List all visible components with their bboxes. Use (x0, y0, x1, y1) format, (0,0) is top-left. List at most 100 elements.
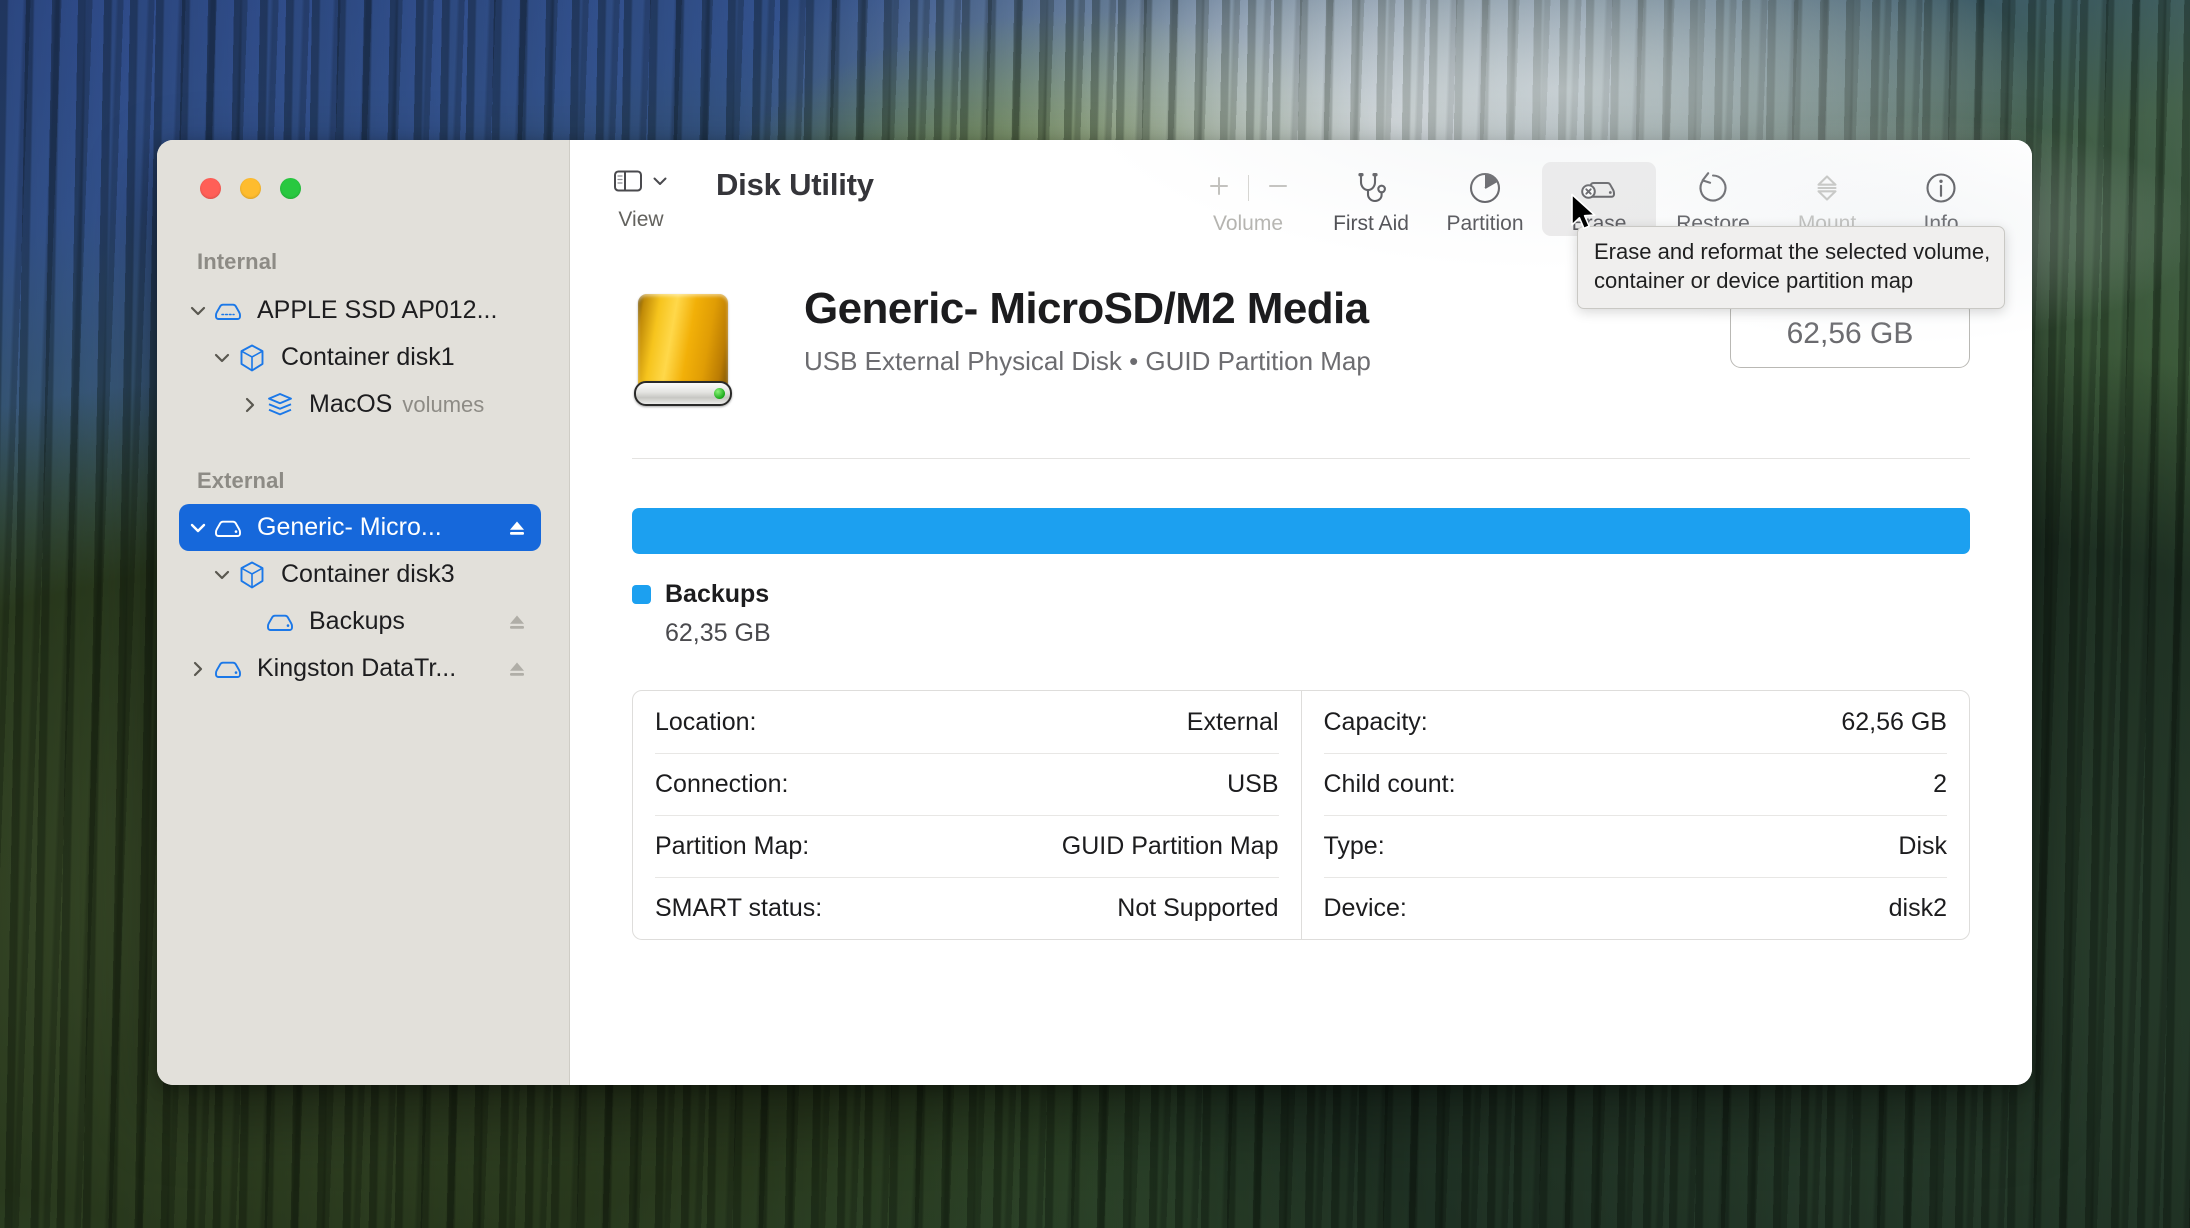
view-button[interactable]: View (598, 162, 684, 232)
disk-detail-content: Generic- MicroSD/M2 Media USB External P… (570, 248, 2032, 1085)
info-key: Connection: (655, 770, 789, 798)
chevron-down-icon[interactable] (185, 518, 211, 538)
info-value: Disk (1898, 832, 1947, 860)
sidebar-item-label: Backups (309, 607, 405, 635)
chevron-right-icon[interactable] (237, 395, 263, 415)
first-aid-label: First Aid (1333, 212, 1409, 235)
disk-usage-bar[interactable] (632, 508, 1970, 554)
sidebar-item-container-disk1[interactable]: Container disk1 (179, 334, 541, 381)
info-value: 2 (1933, 770, 1947, 798)
info-key: Partition Map: (655, 832, 810, 860)
desktop-wallpaper: Internal APPLE SSD AP012... Container di… (0, 0, 2190, 1228)
sidebar-item-sublabel: volumes (402, 391, 485, 417)
info-column-right: Capacity: 62,56 GB Child count: 2 Type: … (1300, 691, 1970, 939)
sidebar-item-label: Generic- Micro... (257, 513, 442, 541)
chevron-down-icon[interactable] (209, 565, 235, 585)
legend-volume-name: Backups (665, 580, 770, 608)
sidebar-item-generic-microsd[interactable]: Generic- Micro... (179, 504, 541, 551)
toolbar-separator (1247, 175, 1249, 201)
toolbar-actions: Volume First Aid Partition Erase Restore… (1182, 162, 1998, 236)
divider (632, 458, 1970, 459)
info-value: Not Supported (1117, 894, 1279, 922)
hard-disk-icon (211, 515, 245, 541)
remove-volume-icon[interactable] (1263, 171, 1293, 206)
sidebar-item-label: Container disk3 (281, 560, 455, 588)
first-aid-button[interactable]: First Aid (1314, 162, 1428, 236)
pie-chart-icon (1466, 166, 1504, 210)
chevron-right-icon[interactable] (185, 659, 211, 679)
info-value: External (1186, 707, 1279, 736)
sidebar-toggle-icon[interactable] (613, 168, 643, 199)
info-circle-icon (1922, 166, 1960, 210)
volume-group: Volume (1182, 162, 1314, 236)
info-row: Child count: 2 (1323, 753, 1947, 815)
mount-button[interactable]: Mount (1770, 162, 1884, 236)
info-key: Device: (1323, 894, 1407, 922)
main-pane: View Disk Utility Volume First Aid Parti… (570, 140, 2032, 1085)
info-column-left: Location: External Connection: USB Parti… (633, 691, 1301, 939)
info-row: Connection: USB (655, 753, 1279, 815)
sidebar-item-label: APPLE SSD AP012... (257, 296, 498, 324)
add-volume-icon[interactable] (1204, 171, 1234, 206)
sidebar: Internal APPLE SSD AP012... Container di… (157, 140, 570, 1085)
usage-legend: Backups 62,35 GB (632, 580, 1970, 648)
close-button[interactable] (200, 178, 221, 199)
sidebar-item-kingston-datatraveler[interactable]: Kingston DataTr... (179, 645, 541, 692)
sidebar-item-backups[interactable]: Backups (179, 598, 541, 645)
info-row: Location: External (655, 691, 1279, 753)
chevron-down-icon[interactable] (185, 301, 211, 321)
sidebar-section-internal-header: Internal (197, 249, 278, 274)
disk-utility-window: Internal APPLE SSD AP012... Container di… (157, 140, 2032, 1085)
restore-arrow-icon (1694, 166, 1732, 210)
hard-disk-icon (211, 298, 245, 324)
container-cube-icon (235, 343, 269, 373)
toolbar: View Disk Utility Volume First Aid Parti… (570, 140, 2032, 309)
sidebar-item-apple-ssd[interactable]: APPLE SSD AP012... (179, 287, 541, 334)
chevron-down-icon[interactable] (209, 348, 235, 368)
legend-volume-size: 62,35 GB (665, 619, 771, 647)
hard-disk-icon (263, 609, 297, 635)
eject-icon[interactable] (505, 516, 529, 540)
chevron-down-icon[interactable] (651, 172, 669, 195)
minimize-button[interactable] (240, 178, 261, 199)
external-drive-icon (632, 290, 734, 408)
info-key: Child count: (1323, 770, 1456, 798)
sidebar-item-label: MacOS (309, 390, 393, 418)
restore-button[interactable]: Restore (1656, 162, 1770, 236)
partition-button[interactable]: Partition (1428, 162, 1542, 236)
zoom-button[interactable] (280, 178, 301, 199)
eject-icon[interactable] (505, 657, 529, 681)
info-row: SMART status: Not Supported (655, 877, 1279, 939)
volume-label: Volume (1212, 212, 1284, 235)
partition-label: Partition (1446, 212, 1524, 235)
info-key: Location: (655, 707, 757, 736)
sidebar-item-label: Container disk1 (281, 343, 455, 371)
info-row: Partition Map: GUID Partition Map (655, 815, 1279, 877)
hard-disk-icon (211, 656, 245, 682)
info-value: 62,56 GB (1841, 707, 1947, 736)
sidebar-item-macos-volumes[interactable]: MacOS volumes (179, 381, 541, 428)
info-row: Capacity: 62,56 GB (1324, 691, 1948, 753)
capacity-badge: 62,56 GB (1730, 300, 1970, 368)
disk-subtitle: USB External Physical Disk • GUID Partit… (804, 346, 1371, 377)
info-value: USB (1227, 770, 1279, 798)
stethoscope-icon (1352, 166, 1390, 210)
erase-tooltip: Erase and reformat the selected volume, … (1577, 226, 2006, 309)
volume-stack-icon (263, 391, 297, 419)
info-row: Type: Disk (1323, 815, 1947, 877)
info-key: SMART status: (655, 894, 823, 922)
container-cube-icon (235, 560, 269, 590)
info-button[interactable]: Info (1884, 162, 1998, 236)
disk-title: Generic- MicroSD/M2 Media (804, 284, 1369, 333)
info-key: Capacity: (1323, 707, 1428, 736)
info-key: Type: (1323, 832, 1385, 860)
erase-button[interactable]: Erase (1542, 162, 1656, 236)
info-value: disk2 (1888, 894, 1947, 922)
sidebar-item-container-disk3[interactable]: Container disk3 (179, 551, 541, 598)
page-title: Disk Utility (716, 167, 874, 202)
eject-icon[interactable] (505, 610, 529, 634)
window-controls (157, 140, 569, 199)
legend-color-swatch (632, 585, 651, 604)
erase-disk-icon (1578, 166, 1620, 210)
disk-info-table: Location: External Connection: USB Parti… (632, 690, 1970, 940)
